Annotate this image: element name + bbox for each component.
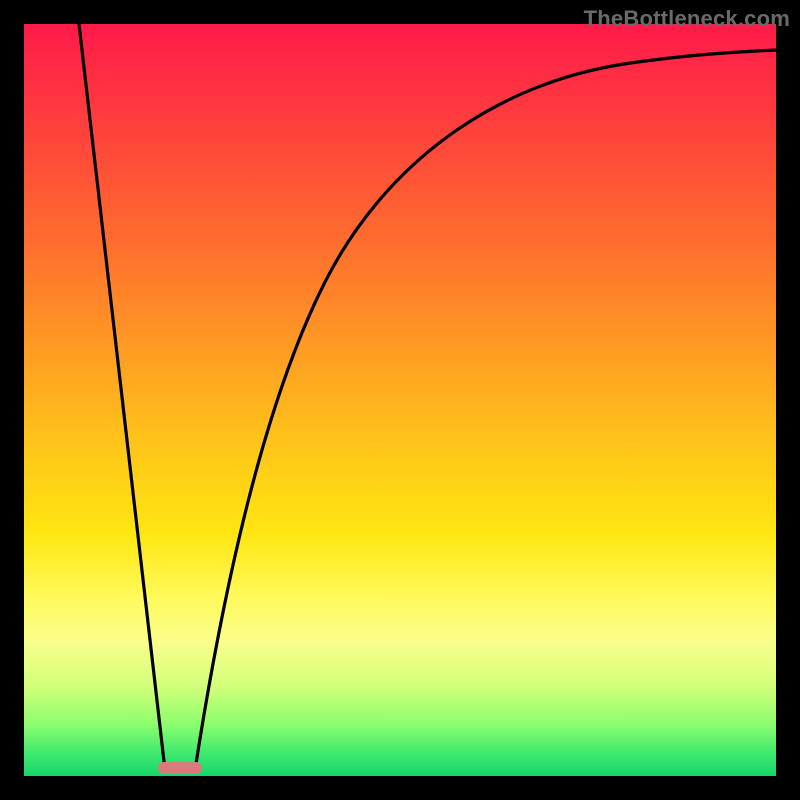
- plot-area: [24, 24, 776, 776]
- curve-left: [79, 24, 165, 770]
- watermark-text: TheBottleneck.com: [584, 6, 790, 32]
- optimum-marker: [158, 762, 202, 774]
- curve-layer: [24, 24, 776, 776]
- curve-right: [195, 50, 776, 770]
- chart-frame: TheBottleneck.com: [0, 0, 800, 800]
